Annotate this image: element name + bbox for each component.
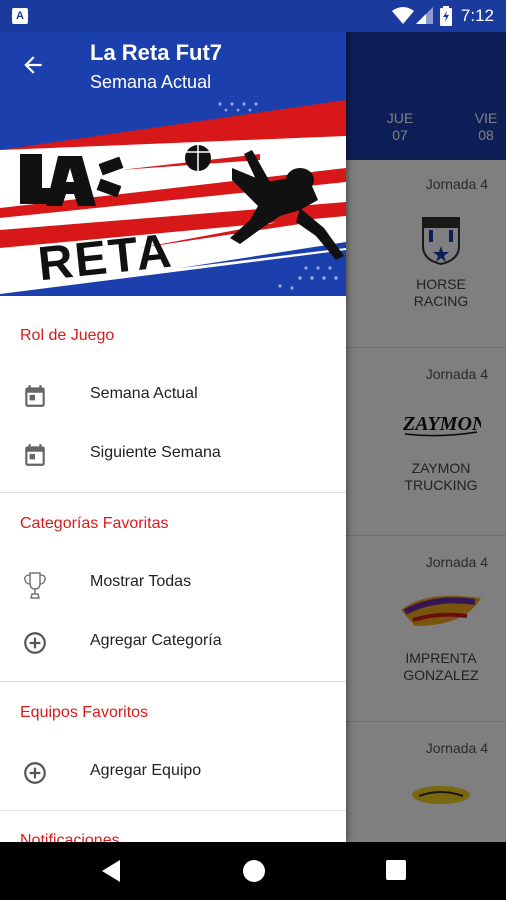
divider [0,810,346,811]
menu-item-label: Agregar Categoría [90,632,222,649]
nav-back-icon[interactable] [100,858,124,884]
app-title: La Reta Fut7 [90,40,223,65]
toolbar: La Reta Fut7 Semana Actual [0,32,346,98]
signal-icon [416,7,433,24]
battery-icon [440,6,452,26]
menu-item-siguiente-semana[interactable]: Siguiente Semana [0,425,346,483]
add-circle-icon [24,632,46,654]
calendar-icon [25,444,45,466]
menu-item-label: Semana Actual [90,385,198,402]
add-circle-icon [24,762,46,784]
status-bar: A 7:12 [0,0,506,32]
menu-item-label: Mostrar Todas [90,573,192,590]
navigation-drawer: La Reta Fut7 Semana Actual RETA Rol de J… [0,0,346,842]
section-title-notificaciones: Notificaciones [20,832,120,842]
divider [0,492,346,493]
app-subtitle: Semana Actual [90,72,212,92]
menu-item-agregar-equipo[interactable]: Agregar Equipo [0,743,346,801]
back-arrow-icon[interactable] [20,52,46,78]
system-navigation-bar [0,842,506,900]
drawer-header: La Reta Fut7 Semana Actual RETA [0,0,346,296]
calendar-icon [25,385,45,407]
section-title-rol-de-juego: Rol de Juego [20,327,115,344]
section-title-equipos-favoritos: Equipos Favoritos [20,704,149,721]
nav-home-icon[interactable] [241,858,267,884]
clock: 7:12 [460,6,494,25]
section-title-categorias-favoritas: Categorías Favoritas [20,515,169,532]
la-reta-banner: RETA [0,98,346,296]
menu-item-label: Siguiente Semana [90,444,221,461]
wifi-icon [392,7,414,24]
nav-recents-icon[interactable] [385,858,407,882]
app-notification-icon: A [12,8,28,24]
screen: A 7:12 JUE 07 VIE 08 Jornad [0,0,506,900]
menu-item-semana-actual[interactable]: Semana Actual [0,366,346,424]
menu-item-mostrar-todas[interactable]: Mostrar Todas [0,554,346,612]
trophy-icon [24,572,46,599]
menu-item-label: Agregar Equipo [90,762,202,779]
divider [0,681,346,682]
menu-item-agregar-categoria[interactable]: Agregar Categoría [0,613,346,671]
